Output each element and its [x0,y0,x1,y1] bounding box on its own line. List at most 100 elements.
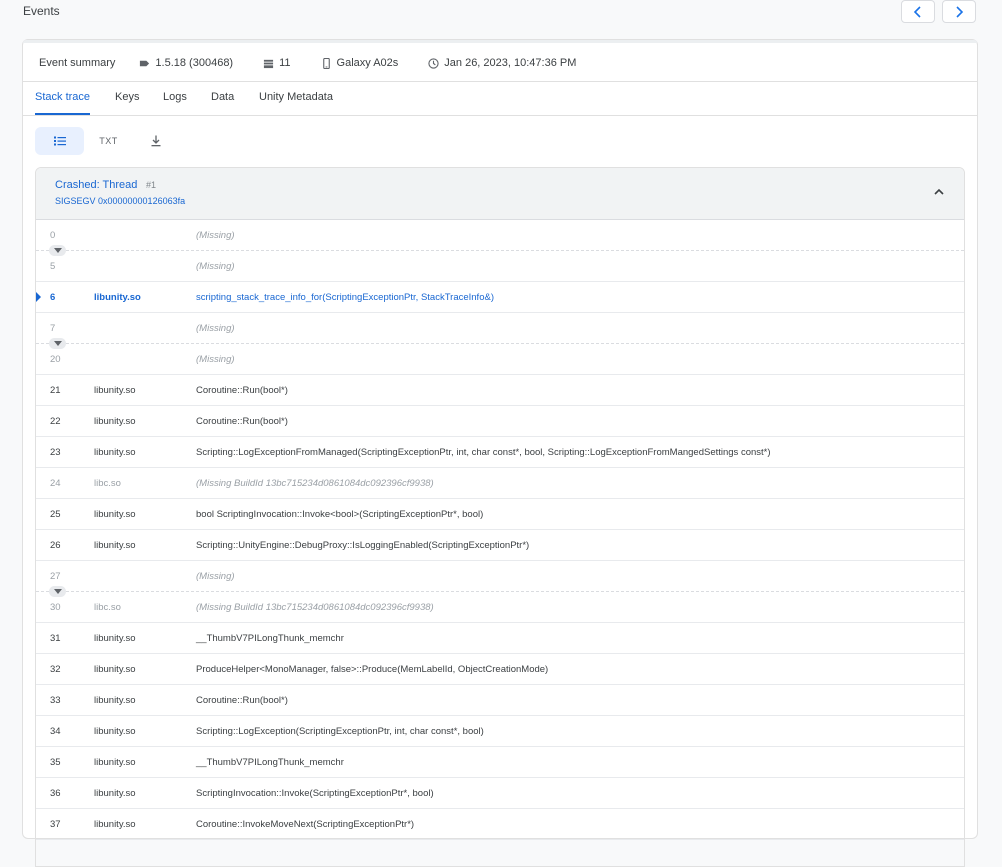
stack-icon [264,59,274,68]
frame-number: 23 [50,447,61,458]
frame-symbol: Coroutine::Run(bool*) [196,416,288,427]
frame-library: libunity.so [94,819,136,830]
frame-row[interactable]: 33 libunity.so Coroutine::Run(bool*) [36,685,964,716]
caret-down-icon [53,247,62,253]
frame-number: 5 [50,261,56,272]
frame-row[interactable]: 36 libunity.so ScriptingInvocation::Invo… [36,778,964,809]
frame-symbol: ScriptingInvocation::Invoke(ScriptingExc… [196,788,434,799]
frame-symbol: Scripting::UnityEngine::DebugProxy::IsLo… [196,540,530,551]
frame-number: 30 [50,602,61,613]
frame-number: 21 [50,385,61,396]
frame-number: 27 [50,571,61,582]
frame-list: 0 (Missing) 5 (Missing) 6 libunity.so sc… [36,220,964,840]
frame-symbol: scripting_stack_trace_info_for(Scripting… [196,292,494,303]
frame-library: libunity.so [94,757,136,768]
frame-number: 6 [50,292,56,303]
frame-number: 35 [50,757,61,768]
frame-symbol: Scripting::LogException(ScriptingExcepti… [196,726,484,737]
frame-library: libunity.so [94,509,136,520]
caret-down-icon [53,588,62,594]
frame-row[interactable]: 7 (Missing) [36,313,964,349]
frame-symbol: Coroutine::Run(bool*) [196,385,288,396]
frame-row[interactable]: 26 libunity.so Scripting::UnityEngine::D… [36,530,964,561]
frame-symbol: Coroutine::InvokeMoveNext(ScriptingExcep… [196,819,415,830]
frame-symbol: Scripting::LogExceptionFromManaged(Scrip… [196,447,771,458]
summary-version: 1.5.18 (300468) [139,57,233,69]
thread-header[interactable]: Crashed: Thread #1 SIGSEGV 0x00000000126… [36,168,964,220]
frame-library: libunity.so [94,726,136,737]
frame-row[interactable]: 20 (Missing) [36,344,964,375]
list-view-button[interactable] [35,127,84,155]
frame-symbol: __ThumbV7PILongThunk_memchr [196,757,344,768]
card-top-border [23,40,977,43]
frame-library: libunity.so [94,292,141,303]
frame-library: libunity.so [94,664,136,675]
frame-row[interactable]: 30 libc.so (Missing BuildId 13bc715234d0… [36,592,964,623]
summary-label: Event summary [39,57,116,69]
frame-number: 25 [50,509,61,520]
expand-frames-button[interactable] [49,586,66,597]
stack-trace-panel: Crashed: Thread #1 SIGSEGV 0x00000000126… [35,167,965,867]
frame-row[interactable]: 23 libunity.so Scripting::LogExceptionFr… [36,437,964,468]
datetime-text: Jan 26, 2023, 10:47:36 PM [444,57,577,69]
phone-icon [322,57,330,69]
top-bar: Events [0,0,1002,30]
frame-library: libc.so [94,478,121,489]
signal-text: SIGSEGV 0x00000000126063fa [55,196,186,206]
expand-frames-button[interactable] [49,245,66,256]
frame-number: 37 [50,819,61,830]
frame-library: libunity.so [94,540,136,551]
previous-event-button[interactable] [901,0,935,23]
frame-row[interactable]: 31 libunity.so __ThumbV7PILongThunk_memc… [36,623,964,654]
frame-number: 32 [50,664,61,675]
summary-count: 11 [263,57,291,69]
frame-number: 24 [50,478,61,489]
clock-icon [428,57,439,69]
device-text: Galaxy A02s [336,57,399,69]
selected-frame-marker [36,292,41,302]
frame-library: libunity.so [94,633,136,644]
frame-row[interactable]: 32 libunity.so ProduceHelper<MonoManager… [36,654,964,685]
frame-row[interactable]: 34 libunity.so Scripting::LogException(S… [36,716,964,747]
frame-library: libunity.so [94,447,136,458]
thread-name: Crashed: Thread [55,179,138,191]
frame-library: libunity.so [94,788,136,799]
frame-row[interactable]: 5 (Missing) [36,251,964,282]
thread-number: #1 [146,180,157,190]
frame-row[interactable]: 22 libunity.so Coroutine::Run(bool*) [36,406,964,437]
frame-row[interactable]: 25 libunity.so bool ScriptingInvocation:… [36,499,964,530]
frame-library: libc.so [94,602,121,613]
txt-view-button[interactable]: TXT [84,127,133,155]
frame-symbol: (Missing BuildId 13bc715234d0861084dc092… [196,602,434,613]
frame-row[interactable]: 21 libunity.so Coroutine::Run(bool*) [36,375,964,406]
tab-keys[interactable]: Keys [115,82,139,115]
frame-row[interactable]: 37 libunity.so Coroutine::InvokeMoveNext… [36,809,964,840]
chevron-up-icon[interactable] [932,185,946,199]
chevron-right-icon [956,5,964,18]
frame-library: libunity.so [94,416,136,427]
next-event-button[interactable] [942,0,976,23]
expand-frames-button[interactable] [49,338,66,349]
page-title: Events [23,4,60,18]
frame-row[interactable]: 24 libc.so (Missing BuildId 13bc715234d0… [36,468,964,499]
event-summary: Event summary 1.5.18 (300468) 11 Galaxy … [23,45,977,82]
count-text: 11 [279,57,291,69]
summary-device: Galaxy A02s [321,57,399,69]
frame-row[interactable]: 35 libunity.so __ThumbV7PILongThunk_memc… [36,747,964,778]
frame-library: libunity.so [94,385,136,396]
event-card: Event summary 1.5.18 (300468) 11 Galaxy … [22,39,978,867]
tab-bar: Stack trace Keys Logs Data Unity Metadat… [23,82,977,116]
caret-down-icon [53,340,62,346]
list-icon [53,136,66,146]
tab-stack-trace[interactable]: Stack trace [35,82,91,115]
chevron-left-icon [913,5,921,18]
tab-data[interactable]: Data [211,82,234,115]
tab-unity-metadata[interactable]: Unity Metadata [259,82,333,115]
frame-row[interactable]: 0 (Missing) [36,220,964,256]
frame-row[interactable]: 27 (Missing) [36,561,964,597]
frame-number: 20 [50,354,61,365]
frame-symbol: ProduceHelper<MonoManager, false>::Produ… [196,664,549,675]
download-button[interactable] [131,127,180,155]
tab-logs[interactable]: Logs [163,82,187,115]
frame-row-selected[interactable]: 6 libunity.so scripting_stack_trace_info… [36,282,964,313]
